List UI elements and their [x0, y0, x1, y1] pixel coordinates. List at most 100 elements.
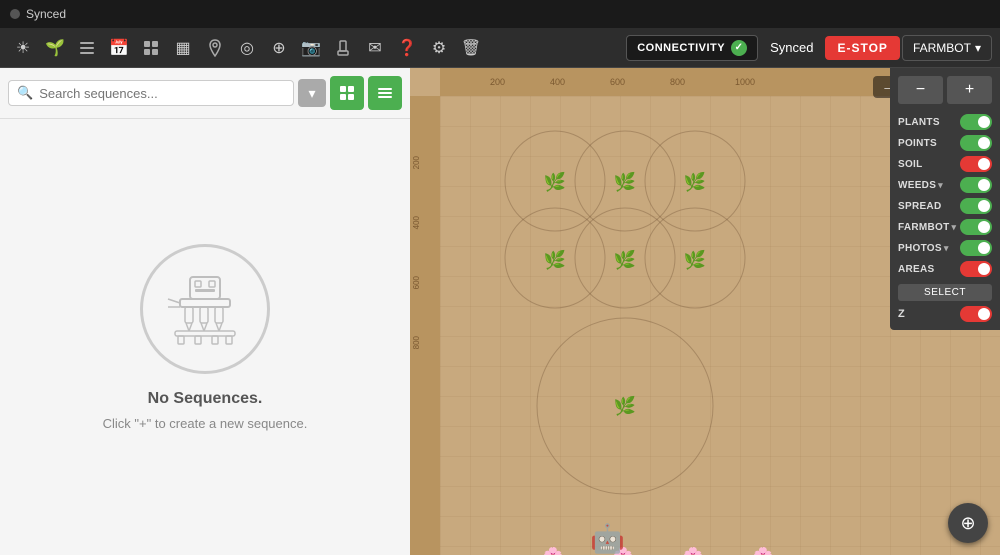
nav-pin-icon[interactable]	[200, 33, 230, 63]
title-dot	[10, 9, 20, 19]
nav-sequences-icon[interactable]	[72, 33, 102, 63]
layer-points-label: POINTS	[898, 138, 937, 149]
layer-soil-label: SOIL	[898, 159, 923, 170]
ruler-mark-y800: 800	[412, 336, 421, 349]
estop-button[interactable]: E-STOP	[825, 36, 899, 60]
photos-chevron-icon: ▾	[944, 243, 949, 254]
synced-status: Synced	[770, 40, 813, 55]
nav-leaf-icon[interactable]: 🌱	[40, 33, 70, 63]
connectivity-label: CONNECTIVITY	[637, 42, 725, 54]
nav-mail-icon[interactable]: ✉	[360, 33, 390, 63]
layer-weeds-row: WEEDS ▾	[898, 177, 992, 193]
search-input[interactable]	[39, 86, 285, 101]
nav-bar: ☀ 🌱 📅 ▦ ◎ ⊕ 📷 ✉ ❓ ⚙ 🗑 C	[0, 28, 1000, 68]
layer-soil-row: SOIL	[898, 156, 992, 172]
overlay-panel: − + PLANTS POINTS SOIL WEEDS ▾	[890, 68, 1000, 330]
grid-view-button[interactable]	[330, 76, 364, 110]
farmbot-label: FARMBOT	[913, 41, 971, 55]
search-input-wrap: 🔍	[8, 80, 294, 106]
nav-tool-icon[interactable]	[328, 33, 358, 63]
plant-5: 🌿	[613, 248, 637, 272]
title-bar: Synced	[0, 0, 1000, 28]
farmbot-chevron-icon: ▾	[952, 222, 957, 233]
plant-4: 🌿	[543, 248, 567, 272]
farmbot-indicator: 🤖	[590, 522, 625, 555]
nav-grid-icon[interactable]: ▦	[168, 33, 198, 63]
layer-spread-label: SPREAD	[898, 201, 941, 212]
layer-weeds-label: WEEDS ▾	[898, 180, 943, 191]
layer-weeds-toggle[interactable]	[960, 177, 992, 193]
weed-1: 🌸	[543, 546, 563, 555]
layer-areas-label: AREAS	[898, 264, 935, 275]
connectivity-check-icon: ✓	[731, 40, 747, 56]
left-panel: 🔍 ▾	[0, 68, 410, 555]
robot-icon	[140, 244, 270, 374]
farmbot-menu-button[interactable]: FARMBOT ▾	[902, 35, 992, 61]
sort-chevron-icon: ▾	[308, 85, 315, 102]
nav-trash-icon[interactable]: 🗑	[456, 33, 486, 63]
nav-target-icon[interactable]: ◎	[232, 33, 262, 63]
z-toggle[interactable]	[960, 306, 992, 322]
layer-photos-label: PHOTOS ▾	[898, 243, 949, 254]
list-view-button[interactable]	[368, 76, 402, 110]
layer-farmbot-toggle[interactable]	[960, 219, 992, 235]
layer-photos-toggle[interactable]	[960, 240, 992, 256]
layer-spread-toggle[interactable]	[960, 198, 992, 214]
layer-photos-row: PHOTOS ▾	[898, 240, 992, 256]
layer-points-toggle[interactable]	[960, 135, 992, 151]
nav-camera-icon[interactable]: 📷	[296, 33, 326, 63]
layer-farmbot-label: FARMBOT ▾	[898, 222, 956, 233]
select-button[interactable]: SELECT	[898, 284, 992, 301]
nav-calendar-icon[interactable]: 📅	[104, 33, 134, 63]
ruler-mark-200: 200	[490, 77, 505, 87]
layer-plants-row: PLANTS	[898, 114, 992, 130]
ruler-mark-y400: 400	[412, 216, 421, 229]
layer-soil-toggle[interactable]	[960, 156, 992, 172]
ruler-mark-800: 800	[670, 77, 685, 87]
location-fab-button[interactable]: ⊕	[948, 503, 988, 543]
ruler-mark-600: 600	[610, 77, 625, 87]
no-sequences-subtitle: Click "+" to create a new sequence.	[103, 416, 308, 431]
zoom-out-button[interactable]: −	[898, 76, 943, 104]
nav-controls-icon[interactable]	[136, 33, 166, 63]
layer-areas-row: AREAS	[898, 261, 992, 277]
location-icon: ⊕	[960, 513, 975, 534]
layer-plants-label: PLANTS	[898, 117, 940, 128]
layer-farmbot-row: FARMBOT ▾	[898, 219, 992, 235]
plant-1: 🌿	[543, 170, 567, 194]
search-icon: 🔍	[17, 85, 33, 101]
ruler-mark-1000: 1000	[735, 77, 755, 87]
search-bar: 🔍 ▾	[0, 68, 410, 119]
empty-state: No Sequences. Click "+" to create a new …	[0, 119, 410, 555]
zoom-in-button[interactable]: +	[947, 76, 992, 104]
layer-points-row: POINTS	[898, 135, 992, 151]
weed-3: 🌸	[683, 546, 703, 555]
nav-sun-icon[interactable]: ☀	[8, 33, 38, 63]
ruler-mark-400: 400	[550, 77, 565, 87]
zoom-controls: − +	[898, 76, 992, 104]
farmbot-chevron-icon: ▾	[975, 41, 981, 55]
ruler-left: 200 400 600 800	[410, 96, 440, 555]
main-content: 🔍 ▾	[0, 68, 1000, 555]
plant-7: 🌿	[613, 394, 637, 418]
ruler-mark-y200: 200	[412, 156, 421, 169]
layer-areas-toggle[interactable]	[960, 261, 992, 277]
nav-crosshair-icon[interactable]: ⊕	[264, 33, 294, 63]
weeds-chevron-icon: ▾	[938, 180, 943, 191]
connectivity-button[interactable]: CONNECTIVITY ✓	[626, 35, 758, 61]
plant-3: 🌿	[683, 170, 707, 194]
no-sequences-title: No Sequences.	[148, 390, 263, 408]
app-title: Synced	[26, 7, 66, 21]
z-label: Z	[898, 308, 905, 320]
nav-settings-icon[interactable]: ⚙	[424, 33, 454, 63]
sort-dropdown-button[interactable]: ▾	[298, 79, 326, 107]
plant-6: 🌿	[683, 248, 707, 272]
map-area[interactable]: 200 400 600 800 1000 200 400 600 800 →	[410, 68, 1000, 555]
nav-help-icon[interactable]: ❓	[392, 33, 422, 63]
layer-plants-toggle[interactable]	[960, 114, 992, 130]
weed-4: 🌸	[753, 546, 773, 555]
layer-spread-row: SPREAD	[898, 198, 992, 214]
z-layer-row: Z	[898, 306, 992, 322]
ruler-mark-y600: 600	[412, 276, 421, 289]
plant-2: 🌿	[613, 170, 637, 194]
